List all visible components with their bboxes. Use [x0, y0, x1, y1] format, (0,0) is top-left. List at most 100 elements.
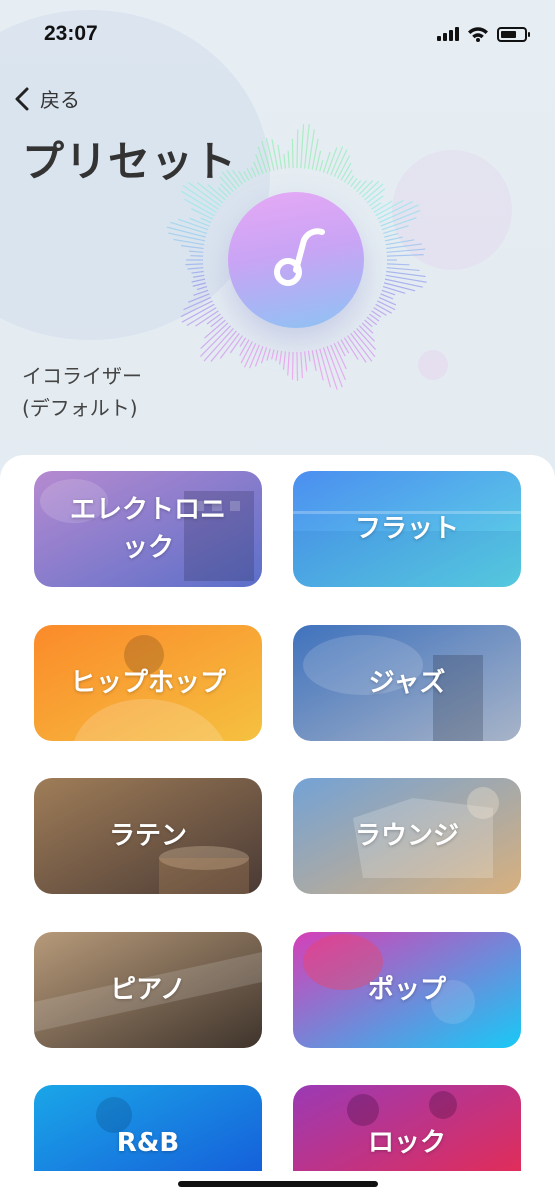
visualizer-bar: [261, 140, 271, 172]
status-icons: [437, 26, 530, 42]
visualizer-bar: [187, 267, 204, 270]
visualizer-bar: [275, 350, 279, 361]
visualizer-bar: [188, 182, 221, 207]
preset-tile-lounge[interactable]: ラウンジ: [293, 778, 521, 894]
visualizer-bar: [196, 286, 208, 291]
preset-tile-rnb[interactable]: R&B: [34, 1085, 262, 1171]
visualizer-bar: [291, 351, 294, 380]
visualizer-bar: [203, 327, 234, 362]
visualizer-bar: [296, 129, 299, 169]
visualizer-bar: [166, 226, 207, 238]
preset-tile-latin[interactable]: ラテン: [34, 778, 262, 894]
visualizer-bar: [386, 267, 420, 272]
visualizer-bar: [386, 263, 410, 266]
visualizer-bar: [193, 289, 209, 296]
visualizer-bar: [257, 146, 268, 173]
visualizer-bar: [375, 303, 393, 314]
visualizer-bar: [191, 278, 206, 283]
preset-label: ラウンジ: [354, 821, 459, 851]
visualizer-bar: [199, 325, 232, 358]
visualizer-bar: [196, 182, 224, 204]
visualizer-bar: [356, 180, 367, 193]
visualizer-bar: [232, 169, 243, 185]
battery-level: [501, 30, 517, 38]
visualizer-bar: [192, 282, 207, 287]
visualizer-bar: [386, 270, 426, 278]
visualizer-bar: [250, 167, 257, 178]
visualizer-bar: [188, 250, 204, 253]
visualizer-bar: [210, 316, 224, 328]
back-label: 戻る: [40, 88, 80, 112]
chevron-left-icon: [15, 87, 29, 110]
visualizer-bar: [300, 124, 305, 169]
preset-label: ピアノ: [110, 975, 186, 1005]
visualizer-bar: [304, 351, 308, 372]
back-button[interactable]: 戻る: [12, 84, 80, 113]
visualizer-bar: [191, 207, 213, 220]
visualizer-bar: [340, 162, 352, 181]
preset-label: ジャズ: [368, 668, 446, 698]
wifi-icon: [468, 27, 488, 42]
preset-label: ロック: [367, 1128, 446, 1158]
preset-tile-pop[interactable]: ポップ: [293, 932, 521, 1048]
visualizer-bar: [373, 200, 393, 213]
visualizer-bar: [386, 248, 426, 253]
visualizer-bar: [300, 351, 304, 379]
visualizer-bar: [181, 190, 217, 213]
battery-icon: [497, 26, 530, 42]
music-note-icon: [274, 228, 325, 286]
visualizer-bar: [380, 293, 394, 300]
visualizer-bar: [246, 168, 253, 179]
visualizer-bar: [219, 183, 232, 195]
visualizer-bar: [315, 150, 322, 171]
visualizer-bar: [219, 176, 234, 193]
visualizer-bar: [307, 350, 311, 362]
preset-tile-jazz[interactable]: ジャズ: [293, 625, 521, 741]
visualizer-bar: [191, 270, 204, 274]
current-preset-line1: イコライザー: [22, 364, 142, 388]
preset-label: フラット: [354, 514, 459, 544]
visualizer-bar: [177, 218, 209, 231]
visualizer-bar: [385, 239, 415, 246]
visualizer-bar: [291, 138, 294, 169]
visualizer-bar: [382, 225, 409, 234]
visualizer-bar: [361, 322, 374, 334]
visualizer-bar: [278, 350, 283, 365]
preset-label: エレクトロニック: [69, 495, 226, 563]
visualizer-bar: [229, 335, 243, 354]
visualizer-bar: [326, 147, 338, 174]
preset-label: R&B: [116, 1128, 180, 1158]
home-indicator[interactable]: [178, 1181, 378, 1187]
preset-tile-flat[interactable]: フラット: [293, 471, 521, 587]
visualizer-bar: [248, 344, 260, 369]
visualizer-bar: [386, 243, 423, 250]
visualizer-bar: [358, 180, 374, 195]
visualizer-bar: [239, 339, 250, 356]
visualizer-bar: [311, 350, 317, 371]
status-bar: 23:07: [0, 0, 555, 70]
current-preset-name: イコライザー (デフォルト): [22, 360, 142, 424]
visualizer-bar: [190, 255, 204, 257]
visualizer-bar: [180, 245, 204, 250]
preset-tile-rock[interactable]: ロック: [293, 1085, 521, 1171]
visualizer-bar: [378, 296, 397, 306]
visualizer-bar: [386, 254, 424, 257]
preset-tile-electronic[interactable]: エレクトロニック: [34, 471, 262, 587]
visualizer-bar: [315, 349, 324, 381]
visualizer-bar: [185, 263, 204, 266]
preset-tile-piano[interactable]: ピアノ: [34, 932, 262, 1048]
visualizer-bar: [200, 322, 229, 350]
visualizer-bar: [243, 171, 250, 181]
visualizer-bar: [271, 349, 275, 360]
preset-tile-hiphop[interactable]: ヒップホップ: [34, 625, 262, 741]
visualizer-bar: [282, 351, 286, 370]
status-time: 23:07: [44, 22, 98, 45]
visualizer-bar: [239, 337, 247, 347]
visualizer-bar: [287, 351, 290, 376]
visualizer-bar: [383, 232, 399, 238]
preset-label: ポップ: [367, 975, 446, 1005]
preset-label: ヒップホップ: [69, 668, 226, 698]
cellular-signal-icon: [437, 27, 459, 41]
preset-label: ラテン: [108, 821, 187, 851]
visualizer-bar: [283, 154, 286, 169]
